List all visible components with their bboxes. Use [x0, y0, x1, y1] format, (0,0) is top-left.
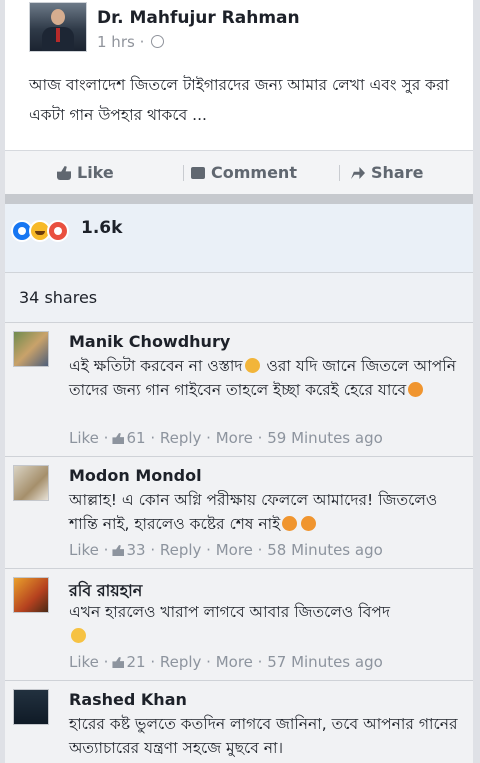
- comment-icon: [191, 167, 205, 179]
- globe-icon: [151, 35, 165, 48]
- post-meta: 1 hrs ·: [97, 33, 165, 51]
- post-author-name[interactable]: Dr. Mahfujur Rahman: [97, 8, 300, 28]
- angry-emoji-icon: [408, 382, 424, 397]
- comment-like-link[interactable]: Like: [69, 541, 99, 559]
- post-time[interactable]: 1 hrs ·: [97, 33, 144, 51]
- share-arrow-icon: [351, 167, 365, 179]
- comment-text: এই ক্ষতিটা করবেন না ওস্তাদ ওরা যদি জানে …: [69, 357, 456, 399]
- comment-item: Rashed Khan হারের কষ্ট ভুলতে কতদিন লাগবে…: [5, 680, 473, 763]
- thumbs-up-icon: [112, 433, 125, 444]
- like-label: Like: [77, 163, 114, 182]
- share-button[interactable]: Share: [351, 151, 423, 195]
- comment-like-link[interactable]: Like: [69, 429, 99, 447]
- like-button[interactable]: Like: [57, 151, 114, 195]
- commenter-avatar[interactable]: [13, 465, 49, 501]
- post-card: Dr. Mahfujur Rahman 1 hrs · আজ বাংলাদেশ …: [5, 0, 473, 150]
- thumbs-up-icon: [112, 545, 125, 556]
- comment-meta: Like · 21 · Reply · More · 57 Minutes ago: [69, 653, 383, 671]
- comment-text: হারের কষ্ট ভুলতে কতদিন লাগবে জানিনা, তবে…: [69, 715, 458, 757]
- thumbs-up-icon: [57, 166, 71, 180]
- angry-emoji-icon: [282, 516, 298, 531]
- comment-more-link[interactable]: More: [216, 429, 253, 447]
- comment-text: এখন হারলেও খারাপ লাগবে আবার জিতলেও বিপদ: [69, 600, 465, 648]
- comment-reply-link[interactable]: Reply: [160, 541, 202, 559]
- angry-reaction-icon: [47, 220, 69, 242]
- commenter-name[interactable]: Manik Chowdhury: [69, 332, 230, 351]
- post-text: আজ বাংলাদেশ জিতলে টাইগারদের জন্য আমার লে…: [29, 76, 450, 124]
- comment-item: Modon Mondol আল্লাহ! এ কোন অগ্নি পরীক্ষা…: [5, 456, 473, 569]
- commenter-avatar[interactable]: [13, 689, 49, 725]
- commenter-name[interactable]: Modon Mondol: [69, 466, 202, 485]
- reactions-summary[interactable]: 1.6k: [5, 204, 473, 272]
- comment-meta: Like · 61 · Reply · More · 59 Minutes ago: [69, 429, 383, 447]
- feed-frame: Dr. Mahfujur Rahman 1 hrs · আজ বাংলাদেশ …: [5, 0, 473, 763]
- angry-emoji-icon: [301, 516, 317, 531]
- comment-meta: Like · 33 · Reply · More · 58 Minutes ago: [69, 541, 383, 559]
- comment-time: 58 Minutes ago: [267, 541, 383, 559]
- commenter-avatar[interactable]: [13, 331, 49, 367]
- reaction-count: 1.6k: [81, 218, 123, 238]
- shares-row[interactable]: 34 shares: [5, 272, 473, 323]
- comment-label: Comment: [211, 163, 297, 182]
- thumbs-up-icon: [112, 657, 125, 668]
- comment-reply-link[interactable]: Reply: [160, 429, 202, 447]
- comment-item: রবি রায়হান এখন হারলেও খারাপ লাগবে আবার …: [5, 568, 473, 681]
- author-avatar[interactable]: [29, 2, 87, 52]
- comment-time: 59 Minutes ago: [267, 429, 383, 447]
- comment-button[interactable]: Comment: [191, 151, 297, 195]
- comment-more-link[interactable]: More: [216, 653, 253, 671]
- comment-reply-link[interactable]: Reply: [160, 653, 202, 671]
- commenter-avatar[interactable]: [13, 577, 49, 613]
- divider: [339, 165, 340, 181]
- smile-emoji-icon: [71, 628, 86, 643]
- divider: [183, 165, 184, 181]
- post-actions-bar: Like Comment Share: [5, 150, 473, 195]
- comment-item: Manik Chowdhury এই ক্ষতিটা করবেন না ওস্ত…: [5, 322, 473, 457]
- comment-more-link[interactable]: More: [216, 541, 253, 559]
- share-label: Share: [371, 163, 424, 182]
- comment-text: আল্লাহ! এ কোন অগ্নি পরীক্ষায় ফেললে আমাদ…: [69, 491, 438, 533]
- shares-count: 34 shares: [19, 288, 98, 307]
- comment-like-count: 21: [126, 653, 146, 671]
- sad-emoji-icon: [244, 358, 260, 373]
- section-divider: [5, 194, 473, 204]
- comment-like-count: 33: [126, 541, 146, 559]
- comment-time: 57 Minutes ago: [267, 653, 383, 671]
- comment-like-link[interactable]: Like: [69, 653, 99, 671]
- commenter-name[interactable]: Rashed Khan: [69, 690, 187, 709]
- comment-like-count: 61: [126, 429, 146, 447]
